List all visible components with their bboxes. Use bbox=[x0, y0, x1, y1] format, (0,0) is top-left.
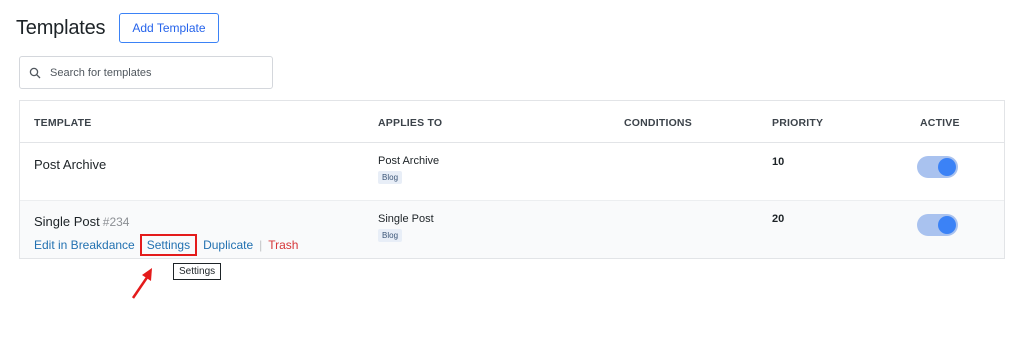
column-template[interactable]: TEMPLATE bbox=[34, 117, 91, 129]
column-active[interactable]: ACTIVE bbox=[920, 117, 960, 129]
applies-to-value: Single Post bbox=[378, 213, 434, 225]
template-name[interactable]: Post Archive bbox=[34, 157, 106, 172]
applies-to-badge: Blog bbox=[378, 171, 403, 184]
search-icon bbox=[29, 67, 41, 79]
toggle-knob bbox=[938, 158, 956, 176]
search-box[interactable] bbox=[19, 56, 273, 89]
table-row[interactable]: Post Archive Post Archive Blog 10 bbox=[20, 143, 1004, 201]
column-applies-to[interactable]: APPLIES TO bbox=[378, 117, 442, 129]
search-input[interactable] bbox=[48, 65, 252, 80]
column-priority[interactable]: PRIORITY bbox=[772, 117, 823, 129]
applies-to-badge: Blog bbox=[378, 229, 403, 242]
template-name[interactable]: Single Post bbox=[34, 214, 100, 229]
trash-link[interactable]: Trash bbox=[268, 238, 298, 252]
applies-to-value: Post Archive bbox=[378, 155, 440, 167]
row-actions: Edit in Breakdance Settings Duplicate | … bbox=[34, 234, 298, 256]
add-template-button[interactable]: Add Template bbox=[119, 13, 219, 43]
edit-in-breakdance-link[interactable]: Edit in Breakdance bbox=[34, 238, 135, 252]
settings-highlight: Settings bbox=[139, 234, 198, 256]
page-title: Templates bbox=[16, 16, 106, 39]
page-header: Templates Add Template bbox=[16, 13, 219, 43]
active-toggle[interactable] bbox=[917, 156, 958, 178]
action-separator: | bbox=[259, 238, 263, 252]
table-header: TEMPLATE APPLIES TO CONDITIONS PRIORITY … bbox=[20, 101, 1004, 143]
duplicate-link[interactable]: Duplicate bbox=[203, 238, 253, 252]
annotation-arrow-icon bbox=[131, 268, 152, 299]
toggle-knob bbox=[938, 216, 956, 234]
active-toggle[interactable] bbox=[917, 214, 958, 236]
priority-value: 10 bbox=[772, 156, 785, 168]
settings-tooltip: Settings bbox=[173, 263, 222, 280]
column-conditions[interactable]: CONDITIONS bbox=[624, 117, 692, 129]
templates-table: TEMPLATE APPLIES TO CONDITIONS PRIORITY … bbox=[19, 100, 1005, 259]
table-row[interactable]: Single Post #234 Edit in Breakdance Setti… bbox=[20, 201, 1004, 258]
priority-value: 20 bbox=[772, 213, 785, 225]
settings-link[interactable]: Settings bbox=[147, 238, 190, 252]
template-id: #234 bbox=[102, 215, 130, 229]
